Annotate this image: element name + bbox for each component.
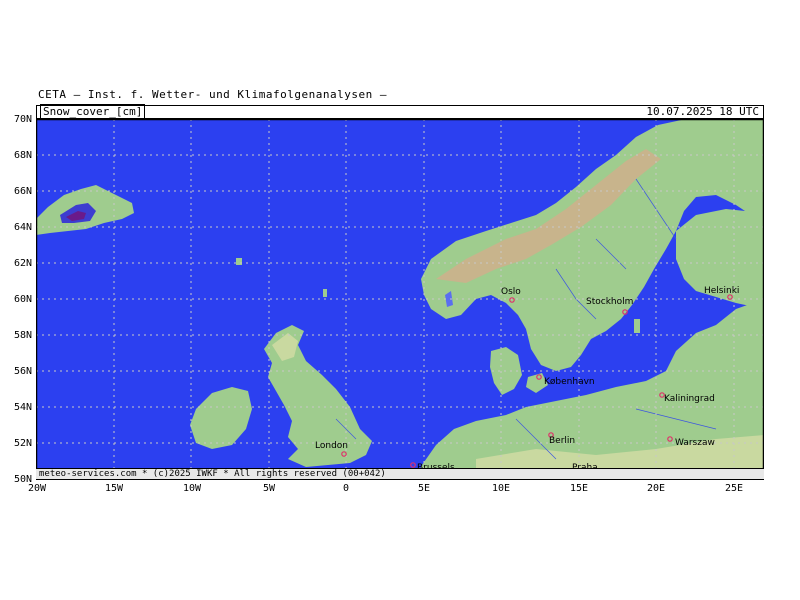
- x-tick-label: 5E: [417, 483, 431, 494]
- copyright-footer: meteo-services.com * (c)2025 IWKF * All …: [36, 468, 764, 479]
- city-label-helsinki: Helsinki: [704, 286, 740, 296]
- city-label-berlin: Berlin: [549, 436, 576, 446]
- x-tick-label: 10E: [491, 483, 511, 494]
- x-tick-label: 20W: [27, 483, 47, 494]
- y-tick-label: 64N: [13, 222, 32, 233]
- city-label-warszaw: Warszaw: [675, 438, 715, 448]
- city-label-london: London: [315, 441, 348, 451]
- city-label-stockholm: Stockholm: [586, 297, 634, 307]
- field-label: Snow_cover_[cm]: [40, 104, 146, 119]
- city-label-kobenhavn: København: [544, 377, 595, 387]
- x-tick-label: 0: [342, 483, 350, 494]
- y-tick-label: 52N: [13, 438, 32, 449]
- y-tick-label: 60N: [13, 294, 32, 305]
- x-tick-label: 20E: [646, 483, 666, 494]
- x-tick-label: 5W: [262, 483, 276, 494]
- snow-cover-map: [36, 119, 764, 480]
- island: [323, 289, 327, 297]
- x-tick-label: 15E: [569, 483, 589, 494]
- y-tick-label: 66N: [13, 186, 32, 197]
- y-tick-label: 62N: [13, 258, 32, 269]
- island-gotland: [634, 319, 640, 333]
- datetime-label: 10.07.2025 18 UTC: [646, 105, 759, 118]
- x-tick-label: 10W: [182, 483, 202, 494]
- city-label-oslo: Oslo: [501, 287, 521, 297]
- y-tick-label: 56N: [13, 366, 32, 377]
- x-tick-label: 25E: [724, 483, 744, 494]
- y-tick-label: 54N: [13, 402, 32, 413]
- header-title: CETA — Inst. f. Wetter- und Klimafolgena…: [38, 88, 388, 101]
- info-bar: Snow_cover_[cm] 10.07.2025 18 UTC: [36, 104, 764, 119]
- y-tick-label: 68N: [13, 150, 32, 161]
- x-tick-label: 15W: [104, 483, 124, 494]
- y-tick-label: 58N: [13, 330, 32, 341]
- y-tick-label: 70N: [13, 114, 32, 125]
- city-label-kaliningrad: Kaliningrad: [664, 394, 715, 404]
- island: [236, 258, 242, 265]
